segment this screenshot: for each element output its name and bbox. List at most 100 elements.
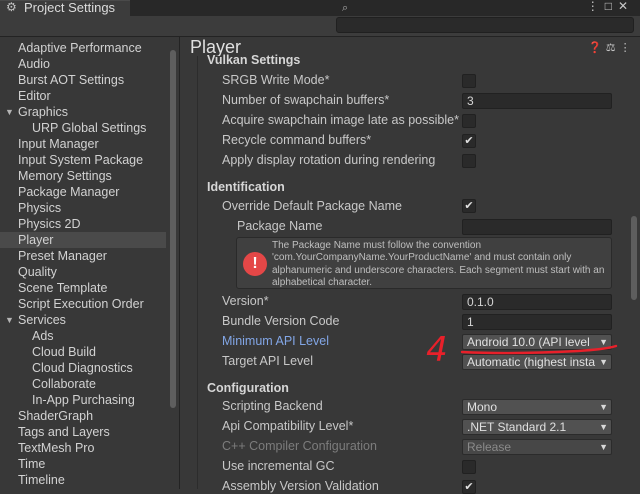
more-icon[interactable]: ⋮ bbox=[620, 42, 631, 54]
window-tab[interactable]: ⚙ Project Settings bbox=[0, 0, 130, 16]
more-options-icon[interactable]: ⋮ bbox=[587, 0, 605, 13]
chevron-down-icon: ▼ bbox=[599, 442, 608, 452]
sidebar-item[interactable]: Physics bbox=[0, 200, 166, 216]
sidebar-item[interactable]: Memory Settings bbox=[0, 168, 166, 184]
window-controls: ⋮□✕ bbox=[587, 0, 634, 13]
sidebar-item-label: Script Execution Order bbox=[18, 297, 144, 311]
expand-arrow-icon[interactable]: ▼ bbox=[5, 312, 14, 328]
sidebar-item[interactable]: In-App Purchasing bbox=[0, 392, 166, 408]
sidebar-item-label: Audio bbox=[18, 57, 50, 71]
sidebar-item[interactable]: Cloud Diagnostics bbox=[0, 360, 166, 376]
recycle-command-buffers-checkbox[interactable]: ✔ bbox=[462, 134, 476, 148]
api-compatibility-value: .NET Standard 2.1 bbox=[467, 420, 567, 434]
chevron-down-icon: ▼ bbox=[599, 402, 608, 412]
sidebar-item[interactable]: Quality bbox=[0, 264, 166, 280]
sidebar-item[interactable]: Preset Manager bbox=[0, 248, 166, 264]
incremental-gc-checkbox[interactable] bbox=[462, 460, 476, 474]
package-name-warning-text: The Package Name must follow the convent… bbox=[272, 240, 605, 288]
override-package-name-label: Override Default Package Name bbox=[222, 199, 402, 213]
sidebar-item[interactable]: Adaptive Performance bbox=[0, 40, 166, 56]
srgb-write-mode-checkbox[interactable] bbox=[462, 74, 476, 88]
sidebar-item[interactable]: Timeline bbox=[0, 472, 166, 488]
version-label: Version* bbox=[222, 294, 269, 308]
maximize-icon[interactable]: □ bbox=[605, 0, 618, 13]
assembly-validation-checkbox[interactable]: ✔ bbox=[462, 480, 476, 494]
help-icon[interactable]: ❓ bbox=[588, 42, 602, 54]
sidebar-item-label: Adaptive Performance bbox=[18, 41, 142, 55]
minimum-api-level-label: Minimum API Level bbox=[222, 334, 329, 348]
scripting-backend-value: Mono bbox=[467, 400, 498, 414]
override-package-name-checkbox[interactable]: ✔ bbox=[462, 199, 476, 213]
sidebar-item-label: Ads bbox=[32, 329, 54, 343]
sidebar-item[interactable]: Cloud Build bbox=[0, 344, 166, 360]
sidebar-item[interactable]: Input System Package bbox=[0, 152, 166, 168]
sidebar-item-label: Cloud Build bbox=[32, 345, 96, 359]
sidebar-item[interactable]: URP Global Settings bbox=[0, 120, 166, 136]
sidebar-item[interactable]: Package Manager bbox=[0, 184, 166, 200]
sidebar-item-label: ShaderGraph bbox=[18, 409, 94, 423]
display-rotation-checkbox[interactable] bbox=[462, 154, 476, 168]
cpp-compiler-dropdown: Release ▼ bbox=[462, 439, 612, 455]
sidebar-item-label: Memory Settings bbox=[18, 169, 112, 183]
window-title: Project Settings bbox=[24, 0, 116, 15]
sidebar-scrollbar-thumb[interactable] bbox=[170, 50, 176, 408]
sidebar-item[interactable]: Editor bbox=[0, 88, 166, 104]
sidebar-item-label: Graphics bbox=[18, 105, 69, 119]
main-scrollbar-thumb[interactable] bbox=[631, 216, 637, 300]
cpp-compiler-label: C++ Compiler Configuration bbox=[222, 439, 377, 453]
bundle-version-code-field[interactable]: 1 bbox=[462, 314, 612, 330]
sidebar-item-label: Input System Package bbox=[18, 153, 144, 167]
chevron-down-icon: ▼ bbox=[599, 422, 608, 432]
sidebar-item[interactable]: Script Execution Order bbox=[0, 296, 166, 312]
sidebar-item-label: Editor bbox=[18, 89, 51, 103]
vulkan-settings-heading: Vulkan Settings bbox=[207, 53, 301, 67]
sidebar-item[interactable]: ▼ Services bbox=[0, 312, 166, 328]
sidebar-item[interactable]: Ads bbox=[0, 328, 166, 344]
preset-icon[interactable]: ⚖ bbox=[606, 42, 616, 54]
version-field[interactable]: 0.1.0 bbox=[462, 294, 612, 310]
sidebar-item-label: TextMesh Pro bbox=[18, 441, 95, 455]
sidebar-item[interactable]: Tags and Layers bbox=[0, 424, 166, 440]
bundle-version-code-label: Bundle Version Code bbox=[222, 314, 340, 328]
package-name-label: Package Name bbox=[237, 219, 323, 233]
sidebar-item-label: Services bbox=[18, 313, 66, 327]
sidebar-item[interactable]: Audio bbox=[0, 56, 166, 72]
assembly-validation-label: Assembly Version Validation bbox=[222, 479, 379, 493]
sidebar-item-label: URP Global Settings bbox=[32, 121, 147, 135]
sidebar-item[interactable]: Time bbox=[0, 456, 166, 472]
expand-arrow-icon[interactable]: ▼ bbox=[5, 104, 14, 120]
sidebar-item-label: Collaborate bbox=[32, 377, 96, 391]
sidebar-item[interactable]: Input Manager bbox=[0, 136, 166, 152]
search-bar bbox=[0, 16, 640, 37]
sidebar-item[interactable]: ▼ Graphics bbox=[0, 104, 166, 120]
swapchain-buffers-field[interactable]: 3 bbox=[462, 93, 612, 109]
sidebar-item-label: In-App Purchasing bbox=[32, 393, 135, 407]
sidebar-item-label: Tags and Layers bbox=[18, 425, 110, 439]
acquire-swapchain-checkbox[interactable] bbox=[462, 114, 476, 128]
close-icon[interactable]: ✕ bbox=[618, 0, 634, 13]
sidebar-item[interactable]: ShaderGraph bbox=[0, 408, 166, 424]
display-rotation-label: Apply display rotation during rendering bbox=[222, 153, 436, 167]
search-input[interactable] bbox=[336, 17, 634, 33]
sidebar-item-label: Physics bbox=[18, 201, 62, 215]
scripting-backend-dropdown[interactable]: Mono ▼ bbox=[462, 399, 612, 415]
package-name-field[interactable] bbox=[462, 219, 612, 235]
api-compatibility-dropdown[interactable]: .NET Standard 2.1 ▼ bbox=[462, 419, 612, 435]
title-bar: ⚙ Project Settings ⋮□✕ bbox=[0, 0, 640, 16]
sidebar-item[interactable]: Player bbox=[0, 232, 166, 248]
annotation-number-4: 4 bbox=[426, 330, 448, 366]
srgb-write-mode-label: SRGB Write Mode* bbox=[222, 73, 330, 87]
sidebar-item-label: Cloud Diagnostics bbox=[32, 361, 133, 375]
sidebar-item[interactable]: Burst AOT Settings bbox=[0, 72, 166, 88]
incremental-gc-label: Use incremental GC bbox=[222, 459, 335, 473]
sidebar-item[interactable]: Physics 2D bbox=[0, 216, 166, 232]
error-icon: ! bbox=[243, 252, 267, 276]
sidebar-item-label: Burst AOT Settings bbox=[18, 73, 125, 87]
gear-icon: ⚙ bbox=[6, 0, 17, 14]
sidebar-item[interactable]: Collaborate bbox=[0, 376, 166, 392]
api-compatibility-label: Api Compatibility Level* bbox=[222, 419, 354, 433]
sidebar-item-label: Player bbox=[18, 233, 54, 247]
sidebar-item[interactable]: Scene Template bbox=[0, 280, 166, 296]
sidebar-item[interactable]: TextMesh Pro bbox=[0, 440, 166, 456]
header-icons: ❓ ⚖ ⋮ bbox=[588, 41, 635, 54]
